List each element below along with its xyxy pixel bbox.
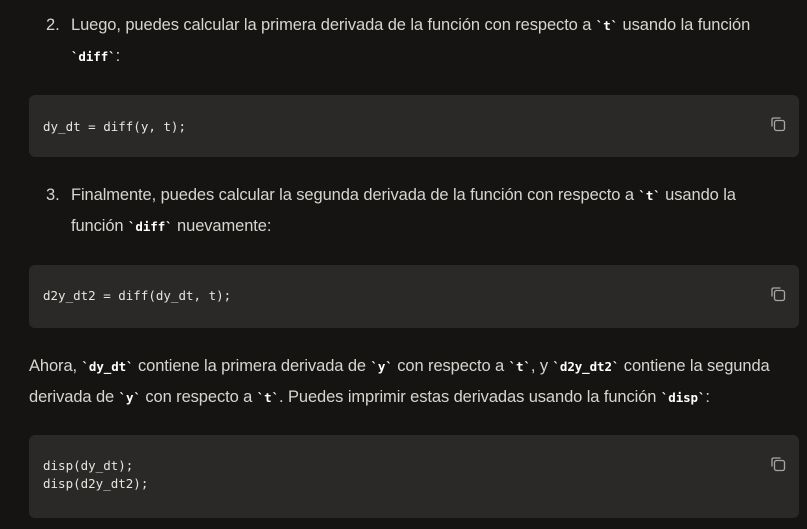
code-block: d2y_dt2 = diff(dy_dt, t); (29, 265, 799, 328)
inline-code: `d2y_dt2` (552, 359, 620, 374)
inline-code: `t` (508, 359, 531, 374)
text-segment: con respecto a (392, 357, 509, 375)
code-content: disp(dy_dt); disp(d2y_dt2); (43, 458, 149, 491)
text-segment: : (115, 47, 121, 65)
text-segment: Ahora, (29, 357, 82, 375)
text-segment: . Puedes imprimir estas derivadas usando… (279, 388, 661, 406)
inline-code: `disp` (660, 390, 706, 405)
code-block: dy_dt = diff(y, t); (29, 95, 799, 157)
code-content: dy_dt = diff(y, t); (43, 119, 186, 134)
copy-icon (771, 457, 786, 472)
text-segment: nuevamente: (172, 217, 272, 235)
summary-paragraph: Ahora, `dy_dt` contiene la primera deriv… (29, 351, 804, 413)
chat-response: 2. Luego, puedes calcular la primera der… (0, 0, 807, 529)
list-number: 2. (46, 16, 60, 34)
inline-code: `y` (370, 359, 393, 374)
inline-code: `t` (256, 390, 279, 405)
list-item-step-2: 2. Luego, puedes calcular la primera der… (46, 10, 786, 72)
inline-code: `dy_dt` (81, 359, 134, 374)
copy-code-button[interactable] (769, 115, 787, 133)
text-segment: contiene la primera derivada de (133, 357, 371, 375)
copy-icon (771, 117, 786, 132)
text-segment: Luego, puedes calcular la primera deriva… (71, 16, 596, 34)
copy-icon (771, 287, 786, 302)
text-segment: usando la función (618, 16, 751, 34)
inline-code: `diff` (71, 49, 116, 64)
inline-code: `diff` (128, 219, 173, 234)
copy-code-button[interactable] (769, 455, 787, 473)
list-number: 3. (46, 186, 60, 204)
inline-code: `t` (595, 18, 619, 33)
code-block: disp(dy_dt); disp(d2y_dt2); (29, 435, 799, 518)
text-segment: Finalmente, puedes calcular la segunda d… (71, 186, 639, 204)
text-segment: , y (530, 357, 553, 375)
copy-code-button[interactable] (769, 285, 787, 303)
inline-code: `t` (638, 188, 661, 203)
text-segment: : (705, 388, 710, 406)
inline-code: `y` (118, 390, 141, 405)
list-item-text: Finalmente, puedes calcular la segunda d… (71, 180, 786, 242)
list-item-text: Luego, puedes calcular la primera deriva… (71, 10, 786, 72)
list-item-step-3: 3. Finalmente, puedes calcular la segund… (46, 180, 786, 242)
code-content: d2y_dt2 = diff(dy_dt, t); (43, 288, 232, 303)
text-segment: con respecto a (140, 388, 257, 406)
